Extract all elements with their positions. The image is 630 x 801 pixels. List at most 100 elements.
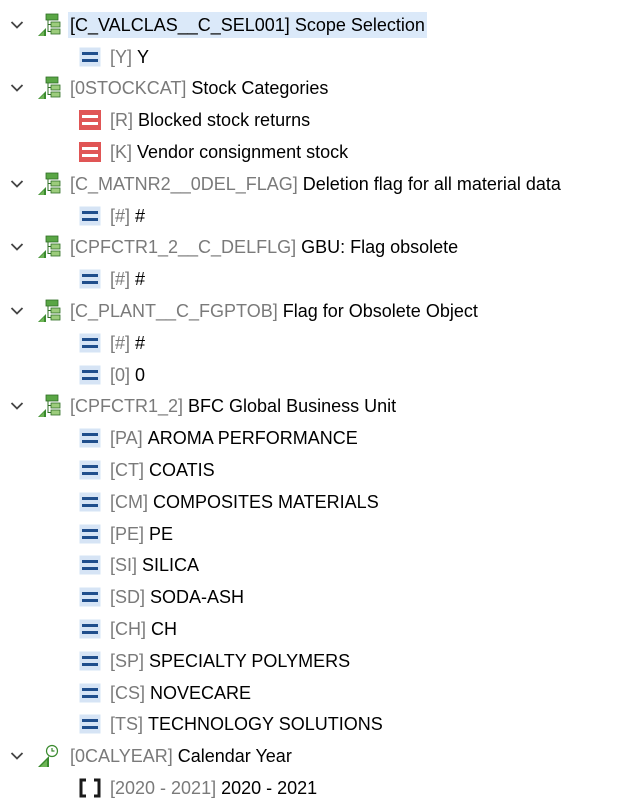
tree-leaf[interactable]: [TS] TECHNOLOGY SOLUTIONS <box>0 709 630 741</box>
tree-leaf[interactable]: [CS] NOVECARE <box>0 677 630 709</box>
exclude-icon <box>78 108 102 132</box>
tree-leaf-label[interactable]: [#] # <box>108 203 147 229</box>
equals-icon <box>78 617 102 641</box>
tree-leaf[interactable]: [Y] Y <box>0 41 630 73</box>
tree-node-label[interactable]: [CPFCTR1_2__C_DELFLG] GBU: Flag obsolete <box>68 234 460 260</box>
equals-icon <box>78 712 102 736</box>
interval-icon <box>78 776 102 800</box>
leaf-text: PE <box>149 523 174 544</box>
chevron-down-icon[interactable] <box>8 175 26 193</box>
tree-leaf-label[interactable]: [CM] COMPOSITES MATERIALS <box>108 489 381 515</box>
leaf-key: [TS] <box>110 714 144 735</box>
chevron-down-icon[interactable] <box>8 302 26 320</box>
tree-node-label[interactable]: [C_PLANT__C_FGPTOB] Flag for Obsolete Obj… <box>68 298 480 324</box>
leaf-key: [PE] <box>110 523 145 544</box>
tree-node-label[interactable]: [C_MATNR2__0DEL_FLAG] Deletion flag for a… <box>68 171 563 197</box>
leaf-text: # <box>135 269 146 290</box>
equals-icon <box>78 649 102 673</box>
tree-node[interactable]: [C_MATNR2__0DEL_FLAG] Deletion flag for a… <box>0 168 630 200</box>
hierarchy-icon <box>36 393 62 419</box>
leaf-key: [K] <box>110 142 133 163</box>
leaf-text: 2020 - 2021 <box>221 778 318 799</box>
leaf-key: [SI] <box>110 555 138 576</box>
variable-tree: [C_VALCLAS__C_SEL001] Scope Selection [Y] Y… <box>0 0 630 801</box>
node-description: Stock Categories <box>191 78 329 99</box>
leaf-key: [2020 - 2021] <box>110 778 217 799</box>
tree-leaf[interactable]: [R] Blocked stock returns <box>0 104 630 136</box>
tree-leaf-label[interactable]: [SI] SILICA <box>108 552 201 578</box>
hierarchy-icon <box>36 298 62 324</box>
equals-icon <box>78 553 102 577</box>
equals-icon <box>78 490 102 514</box>
tree-leaf-label[interactable]: [K] Vendor consignment stock <box>108 139 350 165</box>
tree-leaf[interactable]: [CH] CH <box>0 613 630 645</box>
tree-leaf[interactable]: [#] # <box>0 327 630 359</box>
tree-leaf[interactable]: [K] Vendor consignment stock <box>0 136 630 168</box>
time-hierarchy-icon <box>36 743 62 769</box>
tree-leaf[interactable]: [SP] SPECIALTY POLYMERS <box>0 645 630 677</box>
leaf-text: COMPOSITES MATERIALS <box>153 491 379 512</box>
tree-node[interactable]: [C_PLANT__C_FGPTOB] Flag for Obsolete Obj… <box>0 295 630 327</box>
chevron-down-icon[interactable] <box>8 238 26 256</box>
chevron-down-icon[interactable] <box>8 79 26 97</box>
tree-leaf-label[interactable]: [CT] COATIS <box>108 457 217 483</box>
tree-node-label[interactable]: [0STOCKCAT] Stock Categories <box>68 75 330 101</box>
chevron-down-icon[interactable] <box>8 16 26 34</box>
equals-icon <box>78 267 102 291</box>
tree-leaf[interactable]: [SI] SILICA <box>0 550 630 582</box>
tree-leaf[interactable]: [0] 0 <box>0 359 630 391</box>
tree-leaf-label[interactable]: [SP] SPECIALTY POLYMERS <box>108 648 352 674</box>
leaf-text: Blocked stock returns <box>138 110 311 131</box>
tree-leaf[interactable]: [SD] SODA-ASH <box>0 581 630 613</box>
tree-leaf-label[interactable]: [Y] Y <box>108 44 151 70</box>
hierarchy-icon <box>36 234 62 260</box>
chevron-down-icon[interactable] <box>8 397 26 415</box>
hierarchy-icon <box>36 171 62 197</box>
tree-leaf-label[interactable]: [TS] TECHNOLOGY SOLUTIONS <box>108 711 385 737</box>
node-technical-name: [C_VALCLAS__C_SEL001] <box>70 14 290 35</box>
tree-leaf[interactable]: [CT] COATIS <box>0 454 630 486</box>
tree-leaf[interactable]: [2020 - 2021] 2020 - 2021 <box>0 772 630 801</box>
tree-leaf-label[interactable]: [0] 0 <box>108 362 147 388</box>
leaf-key: [#] <box>110 269 131 290</box>
tree-leaf-label[interactable]: [PE] PE <box>108 521 175 547</box>
leaf-text: 0 <box>135 364 146 385</box>
equals-icon <box>78 458 102 482</box>
tree-leaf[interactable]: [PE] PE <box>0 518 630 550</box>
tree-node[interactable]: [C_VALCLAS__C_SEL001] Scope Selection <box>0 9 630 41</box>
tree-node-label[interactable]: [C_VALCLAS__C_SEL001] Scope Selection <box>68 11 427 38</box>
tree-leaf-label[interactable]: [#] # <box>108 266 147 292</box>
node-technical-name: [CPFCTR1_2] <box>70 396 184 417</box>
tree-leaf[interactable]: [CM] COMPOSITES MATERIALS <box>0 486 630 518</box>
tree-leaf[interactable]: [#] # <box>0 263 630 295</box>
hierarchy-icon <box>36 75 62 101</box>
tree-leaf-label[interactable]: [PA] AROMA PERFORMANCE <box>108 425 360 451</box>
tree-leaf-label[interactable]: [#] # <box>108 330 147 356</box>
tree-leaf-label[interactable]: [CS] NOVECARE <box>108 680 253 706</box>
tree-node-label[interactable]: [0CALYEAR] Calendar Year <box>68 743 294 769</box>
tree-node-label[interactable]: [CPFCTR1_2] BFC Global Business Unit <box>68 393 398 419</box>
tree-leaf-label[interactable]: [CH] CH <box>108 616 179 642</box>
leaf-text: SPECIALTY POLYMERS <box>149 650 351 671</box>
tree-node[interactable]: [CPFCTR1_2] BFC Global Business Unit <box>0 391 630 423</box>
equals-icon <box>78 363 102 387</box>
tree-node[interactable]: [CPFCTR1_2__C_DELFLG] GBU: Flag obsolete <box>0 232 630 264</box>
node-technical-name: [C_PLANT__C_FGPTOB] <box>70 301 278 322</box>
leaf-key: [#] <box>110 332 131 353</box>
node-description: Scope Selection <box>294 14 425 35</box>
tree-leaf-label[interactable]: [2020 - 2021] 2020 - 2021 <box>108 775 319 801</box>
exclude-icon <box>78 140 102 164</box>
tree-leaf-label[interactable]: [SD] SODA-ASH <box>108 584 246 610</box>
leaf-text: Y <box>137 46 150 67</box>
tree-leaf-label[interactable]: [R] Blocked stock returns <box>108 107 312 133</box>
tree-leaf[interactable]: [#] # <box>0 200 630 232</box>
tree-leaf[interactable]: [PA] AROMA PERFORMANCE <box>0 422 630 454</box>
tree-node[interactable]: [0STOCKCAT] Stock Categories <box>0 73 630 105</box>
leaf-text: SODA-ASH <box>150 587 245 608</box>
leaf-key: [R] <box>110 110 134 131</box>
tree-node[interactable]: [0CALYEAR] Calendar Year <box>0 740 630 772</box>
leaf-key: [PA] <box>110 428 143 449</box>
leaf-key: [SP] <box>110 650 145 671</box>
chevron-down-icon[interactable] <box>8 747 26 765</box>
leaf-key: [CS] <box>110 682 146 703</box>
